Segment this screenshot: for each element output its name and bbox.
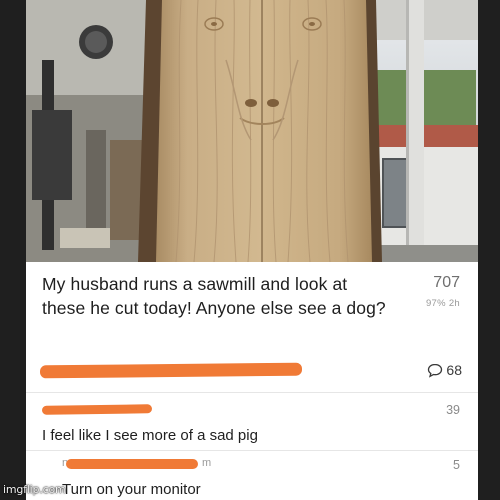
post-meta: 97% 2h (425, 298, 460, 309)
comment-text[interactable]: Turn on your monitor (62, 481, 201, 498)
comment-count[interactable]: 68 (427, 362, 462, 378)
watermark: imgflip.com (3, 483, 66, 496)
redacted-commenter-1 (41, 404, 153, 415)
commenter-name-fragment: m (202, 457, 212, 469)
sawmill-wood-photo (26, 0, 478, 262)
post-image[interactable] (26, 0, 478, 262)
redacted-author-1 (39, 362, 303, 379)
screenshot-frame: My husband runs a sawmill and look at th… (0, 0, 500, 500)
comment-score: 39 (446, 403, 460, 417)
post-title[interactable]: My husband runs a sawmill and look at th… (42, 272, 394, 320)
comment-count-value: 68 (446, 362, 462, 378)
comment-score: 5 (453, 458, 460, 472)
comment-text[interactable]: I feel like I see more of a sad pig (42, 427, 258, 444)
speech-bubble-icon (428, 363, 443, 378)
redacted-commenter-2 (66, 459, 198, 469)
post-card: My husband runs a sawmill and look at th… (26, 0, 478, 500)
vote-count: 707 (433, 274, 460, 291)
divider (26, 392, 478, 393)
divider (26, 450, 478, 451)
